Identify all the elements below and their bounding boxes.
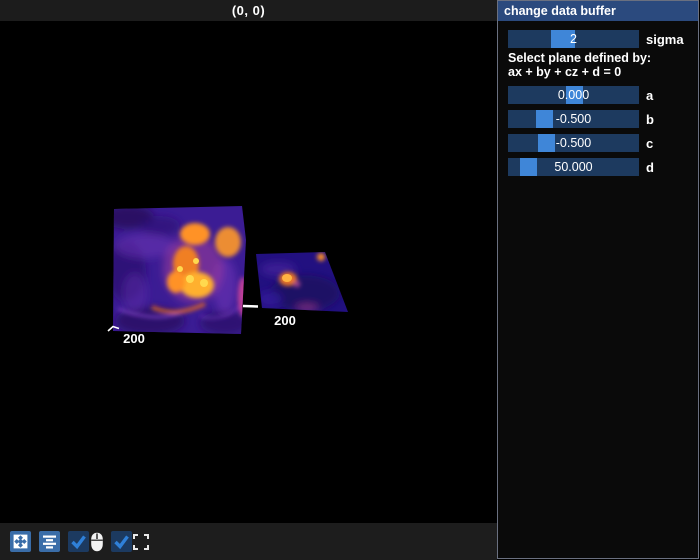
axis-label-left: 200 [123, 331, 145, 346]
plane-a-slider[interactable]: 0.000 [508, 86, 639, 104]
align-center-button[interactable] [39, 531, 60, 552]
sigma-label: sigma [646, 30, 684, 48]
plane-d-label: d [646, 158, 654, 176]
plane-a-label: a [646, 86, 653, 104]
mouse-icon [90, 532, 104, 552]
plane-b-slider[interactable]: -0.500 [508, 110, 639, 128]
panel-title: change data buffer [498, 4, 616, 18]
sigma-slider-value: 2 [508, 30, 639, 48]
fullscreen-corners-icon [133, 534, 149, 550]
mouse-mode-indicator [89, 531, 104, 552]
align-lines-icon [42, 534, 57, 549]
volume-slices-render: 200 200 [0, 21, 497, 523]
plane-description-line1: Select plane defined by: [508, 51, 651, 65]
plane-a-slider-value: 0.000 [508, 86, 639, 104]
application-window: (0, 0) [0, 0, 700, 560]
toggle-checkbox-1[interactable] [68, 531, 89, 552]
fullscreen-button[interactable] [132, 531, 150, 552]
bottom-toolbar [0, 523, 497, 560]
axis-line [243, 306, 258, 307]
checkmark-icon [113, 533, 130, 550]
left-image-slice [102, 199, 255, 344]
axis-label-right: 200 [274, 313, 296, 328]
right-image-slice [250, 246, 355, 316]
viewport-title: (0, 0) [232, 3, 265, 18]
checkmark-icon [70, 533, 87, 550]
plane-c-slider-value: -0.500 [508, 134, 639, 152]
plane-d-slider[interactable]: 50.000 [508, 158, 639, 176]
plane-c-label: c [646, 134, 653, 152]
panel-header[interactable]: change data buffer [498, 1, 698, 21]
toggle-checkbox-2[interactable] [111, 531, 132, 552]
control-panel: change data buffer 2 sigma Select plane … [497, 0, 699, 559]
sigma-slider[interactable]: 2 [508, 30, 639, 48]
scene-canvas[interactable]: 200 200 [0, 21, 497, 523]
expand-arrows-icon [13, 534, 28, 549]
plane-b-slider-value: -0.500 [508, 110, 639, 128]
plane-d-slider-value: 50.000 [508, 158, 639, 176]
plane-b-label: b [646, 110, 654, 128]
viewport-titlebar: (0, 0) [0, 0, 497, 21]
plane-c-slider[interactable]: -0.500 [508, 134, 639, 152]
fit-view-button[interactable] [10, 531, 31, 552]
plane-description-line2: ax + by + cz + d = 0 [508, 65, 621, 79]
